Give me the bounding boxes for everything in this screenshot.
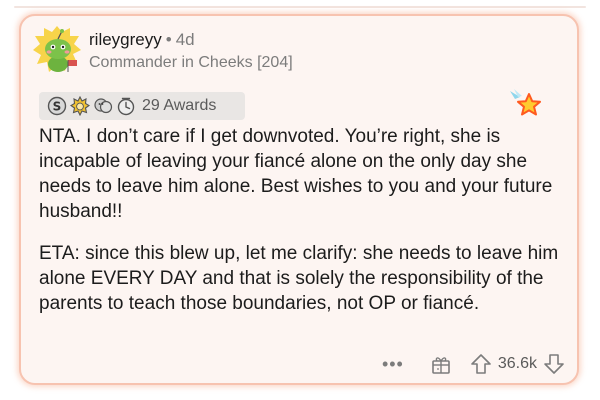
user-flair: Commander in Cheeks [204] (89, 54, 293, 71)
more-options-button[interactable]: ••• (382, 355, 404, 373)
hugz-award-icon (94, 98, 113, 114)
upvote-arrow-icon[interactable] (470, 353, 492, 375)
give-award-star-icon[interactable] (507, 86, 543, 122)
downvote-arrow-icon[interactable] (543, 353, 565, 375)
gift-icon[interactable] (430, 353, 452, 375)
timer-award-icon (117, 97, 135, 116)
comment-header: rileygreyy • 4d (89, 30, 195, 50)
meta-separator: • (165, 30, 172, 49)
comment-age: 4d (175, 30, 195, 49)
vote-score: 36.6k (497, 355, 537, 372)
top-divider (14, 6, 586, 8)
awards-count: 29 Awards (142, 97, 217, 114)
awards-bar[interactable]: S 29 Awards (39, 92, 245, 120)
comment-paragraph: NTA. I don’t care if I get downvoted. Yo… (39, 126, 553, 222)
comment-body: NTA. I don’t care if I get downvoted. Yo… (39, 124, 571, 316)
avatar[interactable] (32, 24, 82, 76)
gold-award-icon (70, 96, 90, 116)
username-link[interactable]: rileygreyy (89, 30, 162, 49)
silver-award-icon: S (47, 96, 67, 116)
comment-paragraph: ETA: since this blew up, let me clarify:… (39, 243, 559, 314)
svg-text:S: S (53, 100, 62, 114)
comment-actions: ••• 36.6k (382, 350, 565, 378)
comment-card: rileygreyy • 4d Commander in Cheeks [204] … (19, 14, 579, 385)
